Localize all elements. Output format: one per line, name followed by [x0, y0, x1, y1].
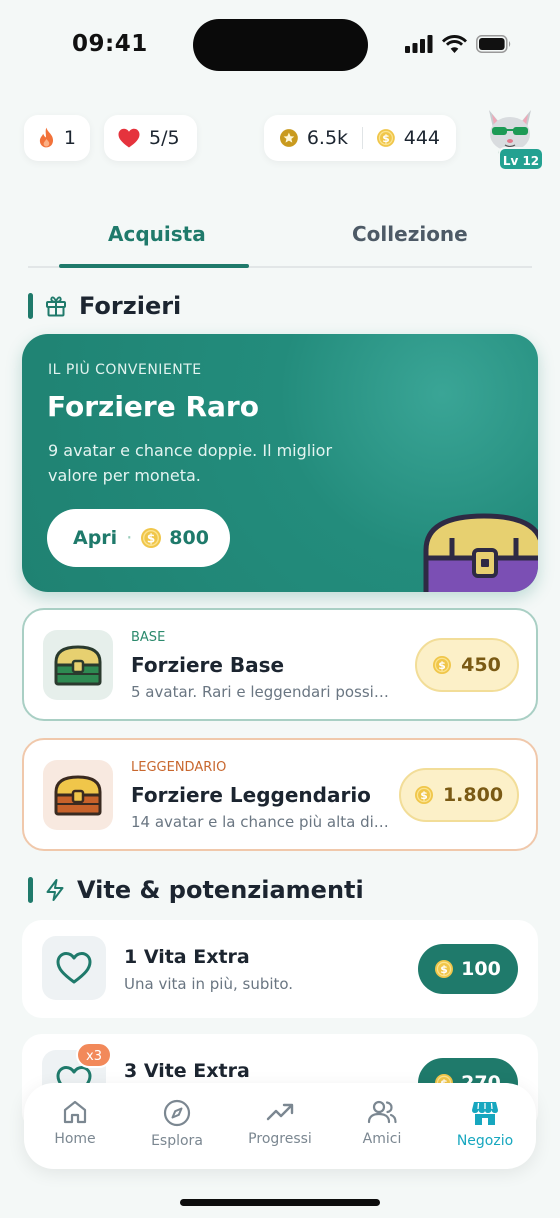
chest-thumbnail [43, 630, 113, 700]
star-coin-icon [280, 129, 298, 147]
shop-tabs: Acquista Collezione [28, 212, 532, 268]
rare-chest-icon [423, 513, 538, 592]
nav-label: Home [54, 1131, 96, 1147]
coin-icon: $ [433, 656, 452, 674]
signal-icon [405, 35, 433, 53]
section-accent-bar [28, 293, 33, 319]
trending-icon [266, 1103, 294, 1121]
status-bar: 09:41 [0, 0, 560, 92]
lives-counter[interactable]: 5/5 [104, 115, 197, 161]
separator: · [126, 527, 133, 549]
coin-icon: $ [435, 960, 454, 978]
boost-name: 3 Vite Extra [124, 1060, 250, 1082]
featured-chest-card[interactable]: IL PIÙ CONVENIENTE Forziere Raro 9 avata… [22, 334, 538, 592]
chest-tier: LEGGENDARIO [131, 760, 227, 775]
featured-kicker: IL PIÙ CONVENIENTE [48, 362, 202, 378]
tab-acquista[interactable]: Acquista [108, 222, 206, 246]
nav-item-progress[interactable]: Progressi [230, 1099, 330, 1147]
nav-item-explore[interactable]: Esplora [127, 1099, 227, 1149]
chest-name: Forziere Base [131, 653, 285, 677]
boost-buy-button[interactable]: $ 100 [418, 944, 518, 994]
chest-price-button[interactable]: $ 1.800 [399, 768, 519, 822]
nav-label: Progressi [248, 1131, 312, 1147]
nav-item-friends[interactable]: Amici [332, 1099, 432, 1147]
status-icons [405, 35, 512, 53]
chest-description: 14 avatar e la chance più alta di… [131, 813, 389, 831]
xp-value: 6.5k [306, 127, 349, 149]
chest-price: 450 [461, 654, 501, 676]
bottom-nav: Home Esplora Progressi Amici Negozio [24, 1083, 536, 1169]
chests-section-header: Forzieri [28, 292, 181, 320]
lives-value: 5/5 [149, 127, 180, 149]
currency-bar[interactable]: 6.5k $ 444 [264, 115, 456, 161]
boost-price: 100 [461, 958, 501, 980]
flame-icon [39, 127, 54, 148]
chest-price-button[interactable]: $ 450 [415, 638, 519, 692]
heart-icon [118, 128, 140, 148]
featured-title: Forziere Raro [47, 390, 259, 423]
chest-price: 1.800 [442, 784, 504, 806]
coin-icon: $ [414, 786, 433, 804]
quantity-badge: x3 [76, 1042, 112, 1068]
boost-name: 1 Vita Extra [124, 946, 250, 968]
battery-icon [476, 35, 511, 53]
svg-text:$: $ [440, 963, 448, 976]
section-accent-bar [28, 877, 33, 903]
divider [362, 127, 363, 149]
tab-collezione[interactable]: Collezione [352, 222, 468, 246]
open-label: Apri [73, 527, 118, 549]
featured-description: 9 avatar e chance doppie. Il miglior val… [48, 441, 333, 485]
coins-value: 444 [403, 127, 441, 149]
base-chest-icon [54, 645, 102, 686]
users-icon [367, 1100, 397, 1124]
svg-text:$: $ [382, 132, 389, 145]
coin-icon: $ [141, 528, 162, 548]
home-indicator [180, 1199, 380, 1206]
boost-row[interactable]: 1 Vita Extra Una vita in più, subito. $ … [22, 920, 538, 1018]
nav-item-home[interactable]: Home [25, 1099, 125, 1147]
gift-icon [46, 296, 66, 317]
boost-thumbnail [42, 936, 106, 1000]
chest-card-base[interactable]: BASE Forziere Base 5 avatar. Rari e legg… [22, 608, 538, 721]
legendary-chest-icon [54, 775, 102, 816]
wifi-icon [442, 35, 467, 53]
svg-text:$: $ [438, 659, 446, 672]
chest-thumbnail [43, 760, 113, 830]
section-title: Vite & potenziamenti [77, 876, 364, 904]
nav-label: Negozio [456, 1133, 514, 1149]
chest-tier: BASE [131, 630, 166, 645]
coin-icon: $ [376, 129, 395, 147]
featured-price: 800 [169, 527, 209, 549]
nav-label: Esplora [151, 1133, 203, 1149]
lightning-icon [46, 879, 64, 901]
boosts-section-header: Vite & potenziamenti [28, 876, 364, 904]
dynamic-island [193, 19, 368, 71]
nav-label: Amici [362, 1131, 402, 1147]
streak-value: 1 [63, 127, 76, 149]
section-title: Forzieri [79, 292, 182, 320]
nav-item-shop[interactable]: Negozio [435, 1099, 535, 1149]
chest-card-legendary[interactable]: LEGGENDARIO Forziere Leggendario 14 avat… [22, 738, 538, 851]
boost-description: Una vita in più, subito. [124, 975, 294, 993]
chest-name: Forziere Leggendario [131, 783, 371, 807]
level-badge: Lv 12 [498, 147, 544, 171]
heart-outline-icon [56, 952, 92, 984]
open-chest-button[interactable]: Apri · $ 800 [47, 509, 230, 567]
home-icon [63, 1100, 87, 1124]
status-time: 09:41 [72, 31, 148, 57]
chest-description: 5 avatar. Rari e leggendari possi… [131, 683, 389, 701]
tab-indicator [59, 264, 249, 268]
svg-text:$: $ [420, 789, 428, 802]
svg-text:$: $ [147, 532, 155, 546]
shop-icon [472, 1102, 498, 1125]
streak-counter[interactable]: 1 [24, 115, 90, 161]
compass-icon [163, 1099, 191, 1127]
